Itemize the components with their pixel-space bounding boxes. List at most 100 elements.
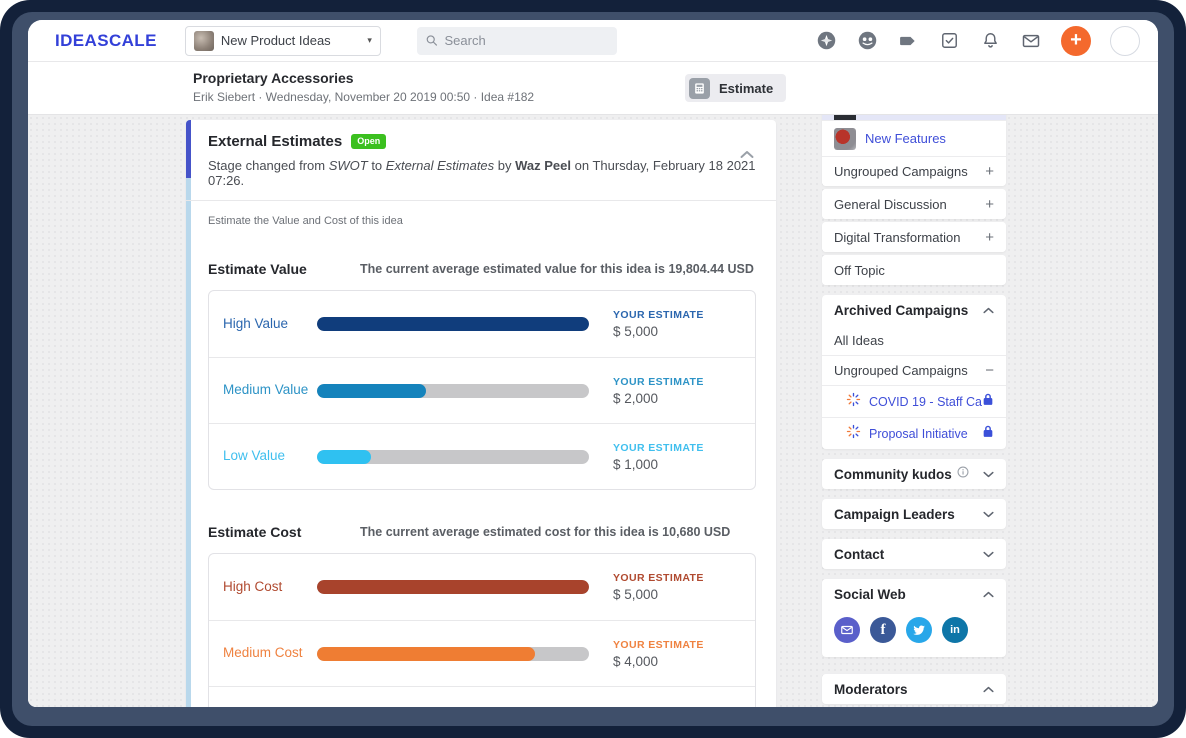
search-box[interactable]	[417, 27, 617, 55]
info-icon[interactable]	[957, 465, 969, 483]
section-title: Moderators	[834, 682, 908, 697]
explore-compass-icon[interactable]	[815, 30, 837, 52]
email-share-icon[interactable]	[834, 617, 860, 643]
estimate-bar-fill	[317, 384, 426, 398]
community-selector-label: New Product Ideas	[221, 33, 360, 48]
estimate-slider-track[interactable]	[317, 384, 589, 398]
archived-campaign-covid19[interactable]: COVID 19 - Staff Ca...	[822, 385, 1006, 417]
campaign-group-off-topic[interactable]: Off Topic	[822, 255, 1006, 285]
section-title: Community kudos	[834, 467, 952, 482]
community-selector-dropdown[interactable]: New Product Ideas ▾	[185, 26, 381, 56]
estimate-amount: $ 5,000	[613, 587, 741, 602]
row-label: Medium Value	[223, 380, 317, 400]
campaign-thumbnail	[834, 128, 856, 150]
section-title: Campaign Leaders	[834, 507, 955, 522]
estimate-slider-track[interactable]	[317, 580, 589, 594]
estimate-value-heading: Estimate Value	[208, 261, 360, 277]
group-label: Ungrouped Campaigns	[834, 363, 968, 378]
your-estimate-label: YOUR ESTIMATE	[613, 705, 741, 708]
messages-envelope-icon[interactable]	[1020, 30, 1042, 52]
lock-icon	[982, 393, 994, 411]
campaign-group-ungrouped[interactable]: Ungrouped Campaigns +	[822, 156, 1006, 186]
ideascale-logo[interactable]: IDEASCALE	[55, 31, 157, 51]
device-frame: IDEASCALE New Product Ideas ▾	[0, 0, 1186, 738]
estimate-cost-group: High Cost YOUR ESTIMATE $ 5,000 Medium Co…	[208, 553, 756, 707]
navbar-icons: +	[815, 26, 1140, 56]
notifications-bell-icon[interactable]	[979, 30, 1001, 52]
chevron-up-icon	[983, 301, 994, 319]
collapse-chevron-up-icon[interactable]	[740, 146, 754, 164]
archived-all-ideas[interactable]: All Ideas	[822, 325, 1006, 355]
external-estimates-card: External Estimates Open Stage changed fr…	[186, 120, 776, 707]
twitter-icon[interactable]	[906, 617, 932, 643]
estimate-button[interactable]: Estimate	[685, 74, 786, 102]
estimate-bar-fill	[317, 317, 589, 331]
archived-campaign-proposal-initiative[interactable]: Proposal Initiative	[822, 417, 1006, 449]
your-estimate-label: YOUR ESTIMATE	[613, 309, 741, 321]
estimate-row-low-value: Low Value YOUR ESTIMATE$ 1,000	[209, 423, 755, 489]
campaign-group-general-discussion[interactable]: General Discussion +	[822, 189, 1006, 219]
community-members-icon[interactable]	[856, 30, 878, 52]
estimate-amount: $ 4,000	[613, 654, 741, 669]
section-title: Archived Campaigns	[834, 303, 968, 318]
app-window: IDEASCALE New Product Ideas ▾	[28, 20, 1158, 707]
idea-meta: Erik Siebert · Wednesday, November 20 20…	[193, 90, 534, 104]
archived-campaigns-header[interactable]: Archived Campaigns	[822, 295, 1006, 325]
add-idea-button[interactable]: +	[1061, 26, 1091, 56]
idea-header: Proprietary Accessories Erik Siebert · W…	[28, 62, 1158, 115]
stage-change-note: Stage changed from SWOT to External Esti…	[208, 158, 756, 188]
section-title: Social Web	[834, 587, 906, 602]
community-kudos-header[interactable]: Community kudos	[822, 459, 1006, 489]
your-estimate-label: YOUR ESTIMATE	[613, 442, 741, 454]
estimate-bar-fill	[317, 580, 589, 594]
estimate-row-low-cost: Low Cost YOUR ESTIMATE$ 2,000	[209, 686, 755, 707]
campaign-link: Proposal Initiative	[869, 427, 982, 441]
search-input[interactable]	[445, 33, 608, 48]
campaign-thumbnail	[834, 115, 856, 120]
tasks-checkbox-icon[interactable]	[938, 30, 960, 52]
group-label: Ungrouped Campaigns	[834, 164, 968, 179]
chevron-down-icon: ▾	[367, 35, 372, 46]
chevron-down-icon	[983, 545, 994, 563]
content-column: External Estimates Open Stage changed fr…	[186, 120, 776, 707]
moderators-header[interactable]: Moderators	[822, 674, 1006, 704]
expand-plus-icon[interactable]: +	[985, 229, 994, 246]
estimate-cost-heading-row: Estimate Cost The current average estima…	[186, 490, 776, 540]
archived-campaigns-card: Archived Campaigns All Ideas Ungrouped C…	[822, 295, 1006, 449]
social-icons-row: f in	[822, 609, 1006, 657]
chevron-up-icon	[983, 585, 994, 603]
estimate-slider-track[interactable]	[317, 647, 589, 661]
estimate-value-average: The current average estimated value for …	[360, 261, 754, 276]
expand-plus-icon[interactable]: +	[985, 163, 994, 180]
estimate-bar-fill	[317, 450, 371, 464]
campaign-group-digital-transformation[interactable]: Digital Transformation +	[822, 222, 1006, 252]
stage-card-header: External Estimates Open Stage changed fr…	[186, 120, 776, 201]
campaign-item-new-features[interactable]: New Features	[822, 120, 1006, 156]
contact-header[interactable]: Contact	[822, 539, 1006, 569]
campaign-leaders-header[interactable]: Campaign Leaders	[822, 499, 1006, 529]
lock-icon	[982, 425, 994, 443]
group-label: Digital Transformation	[834, 230, 960, 245]
estimate-value-heading-row: Estimate Value The current average estim…	[186, 227, 776, 277]
top-navbar: IDEASCALE New Product Ideas ▾	[28, 20, 1158, 62]
row-label: High Cost	[223, 577, 317, 597]
your-estimate-label: YOUR ESTIMATE	[613, 376, 741, 388]
campaign-starburst-icon	[846, 424, 861, 444]
social-web-card: Social Web f in	[822, 579, 1006, 657]
campaign-starburst-icon	[846, 392, 861, 412]
facebook-icon[interactable]: f	[870, 617, 896, 643]
social-web-header[interactable]: Social Web	[822, 579, 1006, 609]
user-avatar[interactable]	[1110, 26, 1140, 56]
section-title: Contact	[834, 547, 884, 562]
expand-plus-icon[interactable]: +	[985, 196, 994, 213]
collapse-minus-icon[interactable]: −	[985, 362, 994, 379]
archived-ungrouped-group[interactable]: Ungrouped Campaigns −	[822, 355, 1006, 385]
row-label: Medium Cost	[223, 643, 317, 663]
tags-icon[interactable]	[897, 30, 919, 52]
linkedin-icon[interactable]: in	[942, 617, 968, 643]
campaign-link: COVID 19 - Staff Ca...	[869, 395, 982, 409]
search-icon	[426, 34, 438, 47]
estimate-slider-track[interactable]	[317, 450, 589, 464]
estimate-slider-track[interactable]	[317, 317, 589, 331]
main-area: External Estimates Open Stage changed fr…	[28, 115, 1158, 707]
